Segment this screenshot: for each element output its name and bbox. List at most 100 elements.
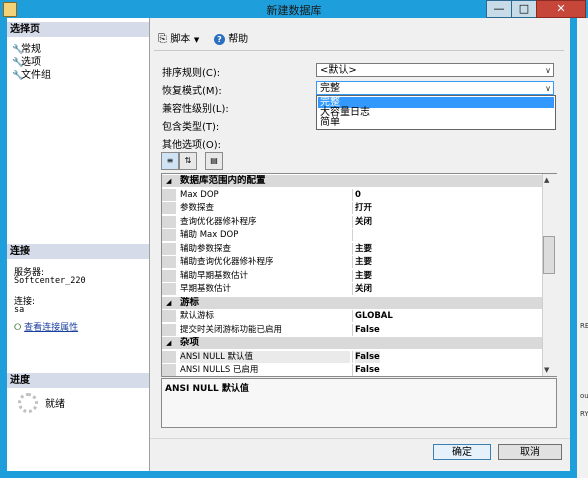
recovery-model-value: 完整 (320, 83, 340, 94)
grid-property-row[interactable]: ANSI NULL 默认值 False (162, 350, 543, 363)
grid-category-row[interactable]: ◢ 杂项 (162, 337, 543, 349)
toolbar-separator (154, 50, 564, 51)
grid-divider (352, 188, 353, 201)
property-name: Max DOP (180, 189, 219, 200)
grid-property-row[interactable]: 辅助早期基数估计 主要 (162, 269, 543, 282)
property-pages-icon[interactable]: ▤ (205, 152, 223, 170)
collapse-icon[interactable]: ◢ (166, 337, 171, 349)
grid-gutter (162, 323, 176, 336)
property-value[interactable]: 关闭 (355, 216, 372, 228)
background-text: oup (580, 392, 588, 400)
nav-item-filegroups[interactable]: 🔧文件组 (12, 66, 51, 81)
grid-divider (352, 283, 353, 295)
grid-property-row[interactable]: 辅助查询优化器修补程序 主要 (162, 256, 543, 268)
grid-property-row[interactable]: 早期基数估计 关闭 (162, 283, 543, 295)
server-value: Softcenter_220 (14, 276, 86, 286)
recovery-model-label: 恢复模式(M): (162, 86, 222, 97)
grid-divider (352, 350, 353, 363)
grid-gutter (162, 242, 176, 255)
connection-value: sa (14, 305, 25, 315)
view-connection-properties-link[interactable]: ⭘ 查看连接属性 (14, 320, 78, 333)
sort-alphabetical-icon[interactable]: ⇅ (179, 152, 197, 170)
grid-divider (352, 310, 353, 322)
progress-spinner-icon (18, 393, 38, 413)
property-value[interactable]: 主要 (355, 243, 372, 255)
grid-gutter (162, 364, 176, 376)
property-name: 查询优化器修补程序 (180, 216, 257, 227)
property-name: ANSI NULLS 已启用 (180, 365, 259, 375)
property-name: 辅助参数探查 (180, 243, 232, 254)
chevron-down-icon: ▼ (193, 36, 200, 44)
grid-category-row[interactable]: ◢ 游标 (162, 296, 543, 309)
property-name: 辅助早期基数估计 (180, 270, 249, 281)
background-text: RY (580, 410, 588, 418)
grid-category-row[interactable]: ◢ 数据库范围内的配置 (162, 175, 543, 187)
property-value[interactable]: 0 (355, 189, 361, 201)
property-name: 参数探查 (180, 203, 215, 213)
property-value[interactable]: 关闭 (355, 283, 372, 295)
grid-gutter (162, 283, 176, 295)
view-connection-properties-label: 查看连接属性 (24, 323, 79, 333)
select-page-header: 选择页 (7, 22, 149, 37)
minimize-button[interactable]: — (486, 0, 512, 18)
grid-property-row[interactable]: ANSI NULLS 已启用 False (162, 364, 543, 376)
ok-button[interactable]: 确定 (433, 444, 491, 460)
grid-property-row[interactable]: 查询优化器修补程序 关闭 (162, 215, 543, 228)
connection-icon: ⭘ (14, 323, 22, 333)
maximize-button[interactable]: □ (511, 0, 537, 18)
chevron-down-icon: ∨ (545, 84, 551, 93)
scroll-down-icon[interactable]: ▼ (544, 366, 549, 374)
property-value[interactable]: False (355, 324, 380, 336)
collation-select[interactable]: <默认> ∨ (316, 63, 554, 77)
nav-item-label: 文件组 (21, 70, 51, 81)
property-value[interactable]: False (355, 350, 380, 363)
property-value[interactable]: 主要 (355, 270, 372, 282)
grid-property-row[interactable]: 默认游标 GLOBAL (162, 310, 543, 322)
property-name: 辅助 Max DOP (180, 230, 239, 240)
grid-property-row[interactable]: Max DOP 0 (162, 188, 543, 201)
grid-gutter (162, 215, 176, 228)
script-label: 脚本 (170, 34, 191, 45)
property-grid: ◢ 数据库范围内的配置 Max DOP 0 参数探查 打开 查询优化器修补程序 关闭 辅助 Ma… (161, 173, 557, 377)
property-name: 早期基数估计 (180, 284, 232, 294)
collation-value: <默认> (320, 65, 357, 76)
grid-property-row[interactable]: 辅助 Max DOP (162, 229, 543, 241)
close-button[interactable]: ✕ (536, 0, 586, 18)
grid-gutter (162, 188, 176, 201)
grid-gutter (162, 202, 176, 214)
recovery-model-select[interactable]: 完整 ∨ (316, 81, 554, 95)
script-button[interactable]: ⎘ 脚本 ▼ (158, 30, 199, 46)
property-value[interactable]: 主要 (355, 256, 372, 268)
window-frame (0, 471, 577, 478)
grid-property-row[interactable]: 参数探查 打开 (162, 202, 543, 214)
property-name: 默认游标 (180, 311, 215, 321)
grid-divider (352, 215, 353, 228)
collapse-icon[interactable]: ◢ (166, 297, 171, 309)
grid-category-label: 杂项 (180, 337, 200, 348)
grid-divider (352, 323, 353, 336)
property-value[interactable]: GLOBAL (355, 310, 393, 322)
collapse-icon[interactable]: ◢ (166, 175, 171, 187)
help-button[interactable]: ? 帮助 (214, 30, 248, 45)
grid-divider (352, 242, 353, 255)
grid-property-row[interactable]: 提交时关闭游标功能已启用 False (162, 323, 543, 336)
cancel-button[interactable]: 取消 (498, 444, 562, 460)
vertical-scrollbar[interactable] (542, 174, 557, 376)
progress-header: 进度 (7, 373, 149, 388)
scroll-up-icon[interactable]: ▲ (544, 176, 549, 184)
property-value[interactable]: False (355, 364, 380, 376)
dropdown-option-simple[interactable]: 简单 (318, 117, 554, 128)
containment-type-label: 包含类型(T): (162, 122, 220, 133)
window-frame (570, 18, 577, 478)
scrollbar-thumb[interactable] (543, 236, 555, 274)
grid-category-label: 数据库范围内的配置 (180, 175, 266, 186)
property-name: 提交时关闭游标功能已启用 (180, 324, 283, 335)
grid-divider (352, 202, 353, 214)
property-value[interactable]: 打开 (355, 202, 372, 214)
connection-header: 连接 (7, 244, 149, 259)
help-label: 帮助 (228, 34, 249, 45)
property-name: 辅助查询优化器修补程序 (180, 257, 274, 267)
categorized-icon[interactable]: ≡ (161, 152, 179, 170)
grid-property-row[interactable]: 辅助参数探查 主要 (162, 242, 543, 255)
wrench-icon: 🔧 (12, 71, 24, 81)
